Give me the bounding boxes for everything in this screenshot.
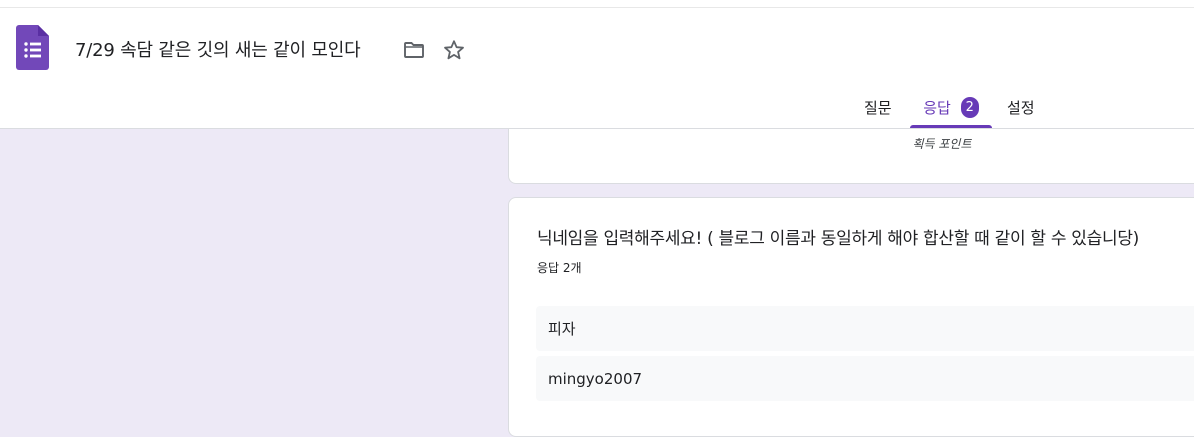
- tab-responses-label: 응답: [923, 99, 951, 117]
- folder-icon: [404, 42, 424, 58]
- summary-card: 획득 포인트: [508, 129, 1194, 184]
- tab-settings[interactable]: 설정: [1007, 88, 1035, 127]
- header-bar: 7/29 속담 같은 깃의 새는 같이 모인다 질문 응답 2 설정: [0, 0, 1194, 129]
- tab-responses[interactable]: 응답 2: [910, 88, 992, 127]
- responses-count-badge: 2: [960, 97, 979, 118]
- tab-questions-label: 질문: [864, 99, 892, 117]
- tab-settings-label: 설정: [1007, 99, 1035, 117]
- tab-questions[interactable]: 질문: [864, 88, 892, 127]
- answer-item: 피자: [536, 306, 1194, 351]
- move-to-folder-button[interactable]: [399, 35, 429, 65]
- question-title: 닉네임을 입력해주세요! ( 블로그 이름과 동일하게 해야 합산할 때 같이 …: [537, 229, 1139, 249]
- question-response-card: 닉네임을 입력해주세요! ( 블로그 이름과 동일하게 해야 합산할 때 같이 …: [508, 197, 1194, 437]
- response-count: 응답 2개: [537, 261, 582, 275]
- star-button[interactable]: [439, 35, 469, 65]
- google-forms-icon[interactable]: [16, 25, 49, 70]
- active-tab-indicator: [910, 125, 992, 128]
- star-outline-icon: [444, 40, 464, 60]
- form-title[interactable]: 7/29 속담 같은 깃의 새는 같이 모인다: [75, 36, 361, 62]
- answer-item: mingyo2007: [536, 356, 1194, 401]
- top-divider: [0, 7, 1194, 8]
- points-label: 획득 포인트: [912, 137, 972, 151]
